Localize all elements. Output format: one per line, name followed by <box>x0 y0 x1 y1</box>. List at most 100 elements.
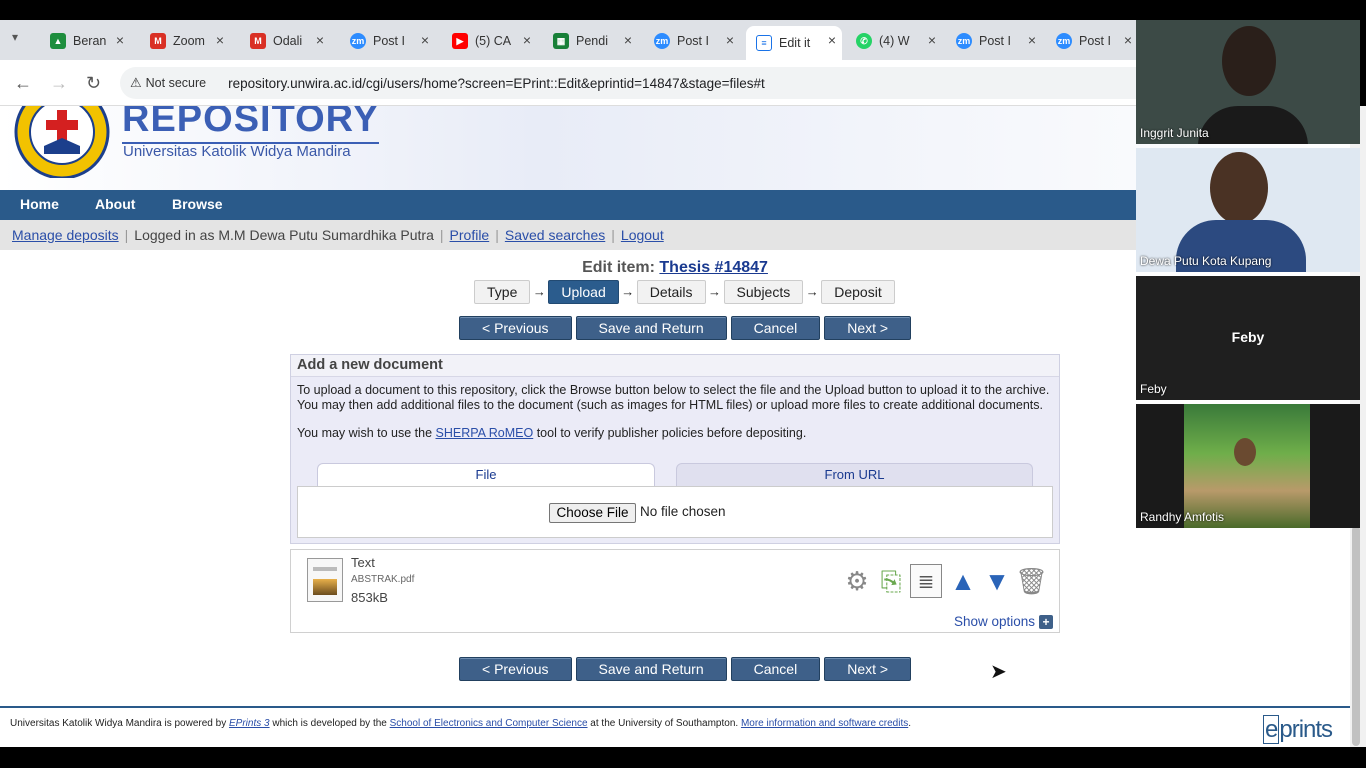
cancel-button[interactable]: Cancel <box>730 657 821 681</box>
tab-title: Pendi <box>576 34 608 48</box>
back-arrow-icon[interactable]: ← <box>14 73 32 94</box>
manage-deposits-link[interactable]: Manage deposits <box>12 227 119 243</box>
next-button[interactable]: Next > <box>824 657 912 681</box>
tab-title: Beran <box>73 34 107 48</box>
university-logo[interactable] <box>14 106 110 178</box>
previous-button[interactable]: < Previous <box>459 657 572 681</box>
document-panel: Text ABSTRAK.pdf 853kB ⚙ ⎘ ≣ ▲ ▼ 🗑 Show … <box>290 549 1060 633</box>
browser-tab[interactable]: zm Post I × <box>946 26 1042 56</box>
convert-icon[interactable]: ⎘ <box>875 564 907 598</box>
step-upload[interactable]: Upload <box>548 279 619 304</box>
zoom-icon: zm <box>350 33 366 49</box>
browser-tab[interactable]: zm Post I × <box>644 26 740 56</box>
plus-icon[interactable]: + <box>1039 614 1053 629</box>
sherpa-romeo-link[interactable]: SHERPA RoMEO <box>436 426 534 440</box>
close-icon[interactable]: × <box>828 32 836 48</box>
arrow-down-icon[interactable]: ▼ <box>981 564 1013 598</box>
participant-video[interactable]: Inggrit Junita <box>1136 20 1360 144</box>
step-type[interactable]: Type <box>474 279 531 304</box>
google-drive-icon: ▲ <box>50 33 66 49</box>
close-icon[interactable]: × <box>1124 32 1132 48</box>
zoom-icon: zm <box>654 33 670 49</box>
participant-video[interactable]: Dewa Putu Kota Kupang <box>1136 148 1360 272</box>
eprints-link[interactable]: EPrints 3 <box>229 718 270 729</box>
tab-title: (4) W <box>879 34 910 48</box>
gmail-icon: M <box>150 33 166 49</box>
save-and-return-button[interactable]: Save and Return <box>575 657 727 681</box>
arrow-up-icon[interactable]: ▲ <box>947 564 979 598</box>
url-text[interactable]: repository.unwira.ac.id/cgi/users/home?s… <box>228 76 765 91</box>
site-brand-title[interactable]: REPOSITORY <box>122 106 380 144</box>
browser-tab[interactable]: ▶ (5) CA × <box>442 26 537 56</box>
arrow-right-icon: → <box>805 284 819 299</box>
tab-title: Post I <box>979 34 1011 48</box>
scrollbar-thumb[interactable] <box>1352 526 1360 746</box>
title-prefix: Edit item: <box>582 259 655 276</box>
close-icon[interactable]: × <box>421 32 429 48</box>
close-icon[interactable]: × <box>726 32 734 48</box>
not-secure-label[interactable]: Not secure <box>146 76 206 90</box>
reload-icon[interactable]: ↻ <box>86 73 101 94</box>
profile-link[interactable]: Profile <box>450 227 490 243</box>
arrow-right-icon: → <box>708 284 722 299</box>
sheets-icon: ▦ <box>553 33 569 49</box>
cancel-button[interactable]: Cancel <box>730 316 821 340</box>
close-icon[interactable]: × <box>316 32 324 48</box>
show-options-label[interactable]: Show options <box>954 614 1035 629</box>
footer-text: Universitas Katolik Widya Mandira is pow… <box>10 718 911 729</box>
step-subjects[interactable]: Subjects <box>723 279 804 304</box>
zoom-icon: zm <box>956 33 972 49</box>
close-icon[interactable]: × <box>216 32 224 48</box>
participant-name: Randhy Amfotis <box>1140 510 1225 524</box>
previous-button[interactable]: < Previous <box>459 316 572 340</box>
browser-tab[interactable]: zm Post I × <box>1046 26 1136 56</box>
participant-video[interactable]: Randhy Amfotis <box>1136 404 1360 528</box>
choose-file-button[interactable]: Choose File <box>549 503 636 523</box>
document-type: Text <box>351 555 375 570</box>
whatsapp-icon: ✆ <box>856 33 872 49</box>
saved-searches-link[interactable]: Saved searches <box>505 227 605 243</box>
separator: | <box>124 227 129 243</box>
participant-name: Feby <box>1140 382 1167 396</box>
file-list-icon[interactable]: ≣ <box>910 564 942 598</box>
close-icon[interactable]: × <box>624 32 632 48</box>
close-icon[interactable]: × <box>1028 32 1036 48</box>
step-details[interactable]: Details <box>636 279 706 304</box>
logout-link[interactable]: Logout <box>621 227 664 243</box>
trash-icon[interactable]: 🗑 <box>1015 564 1048 598</box>
address-bar[interactable]: ⚠ Not secure repository.unwira.ac.id/cgi… <box>120 67 1136 99</box>
show-options-link[interactable]: Show options + <box>954 614 1053 629</box>
close-icon[interactable]: × <box>928 32 936 48</box>
tab-file[interactable]: File <box>317 463 655 487</box>
thesis-link[interactable]: Thesis #14847 <box>659 259 768 276</box>
next-button[interactable]: Next > <box>824 316 912 340</box>
participant-video[interactable]: Feby Feby <box>1136 276 1360 400</box>
screen-bottom-bar <box>0 747 1366 768</box>
step-deposit[interactable]: Deposit <box>821 279 895 304</box>
close-icon[interactable]: × <box>523 32 531 48</box>
browser-tab[interactable]: M Zoom × <box>140 26 230 56</box>
participant-label-center: Feby <box>1231 329 1265 345</box>
tab-search-chevron-icon[interactable]: ▾ <box>12 30 18 44</box>
credits-link[interactable]: More information and software credits <box>741 718 908 729</box>
youtube-icon: ▶ <box>452 33 468 49</box>
menu-about[interactable]: About <box>95 196 135 212</box>
save-and-return-button[interactable]: Save and Return <box>575 316 727 340</box>
eprints-link-text[interactable]: EPrints 3 <box>229 718 270 729</box>
browser-tab-active[interactable]: ≡ Edit it × <box>746 26 842 60</box>
document-thumbnail-icon[interactable] <box>307 558 343 602</box>
browser-tab[interactable]: ▦ Pendi × <box>543 26 638 56</box>
menu-home[interactable]: Home <box>20 196 59 212</box>
upload-instructions: To upload a document to this repository,… <box>297 383 1050 412</box>
forward-arrow-icon[interactable]: → <box>50 73 68 94</box>
tab-from-url[interactable]: From URL <box>676 463 1033 487</box>
gear-icon[interactable]: ⚙ <box>841 564 873 598</box>
close-icon[interactable]: × <box>116 32 124 48</box>
browser-tab[interactable]: M Odali × <box>240 26 330 56</box>
menu-browse[interactable]: Browse <box>172 196 223 212</box>
browser-tab[interactable]: zm Post I × <box>340 26 435 56</box>
ecs-link[interactable]: School of Electronics and Computer Scien… <box>390 718 588 729</box>
eprints-logo[interactable]: eprints <box>1263 715 1333 744</box>
browser-tab[interactable]: ✆ (4) W × <box>846 26 942 56</box>
browser-tab[interactable]: ▲ Beran × <box>40 26 130 56</box>
